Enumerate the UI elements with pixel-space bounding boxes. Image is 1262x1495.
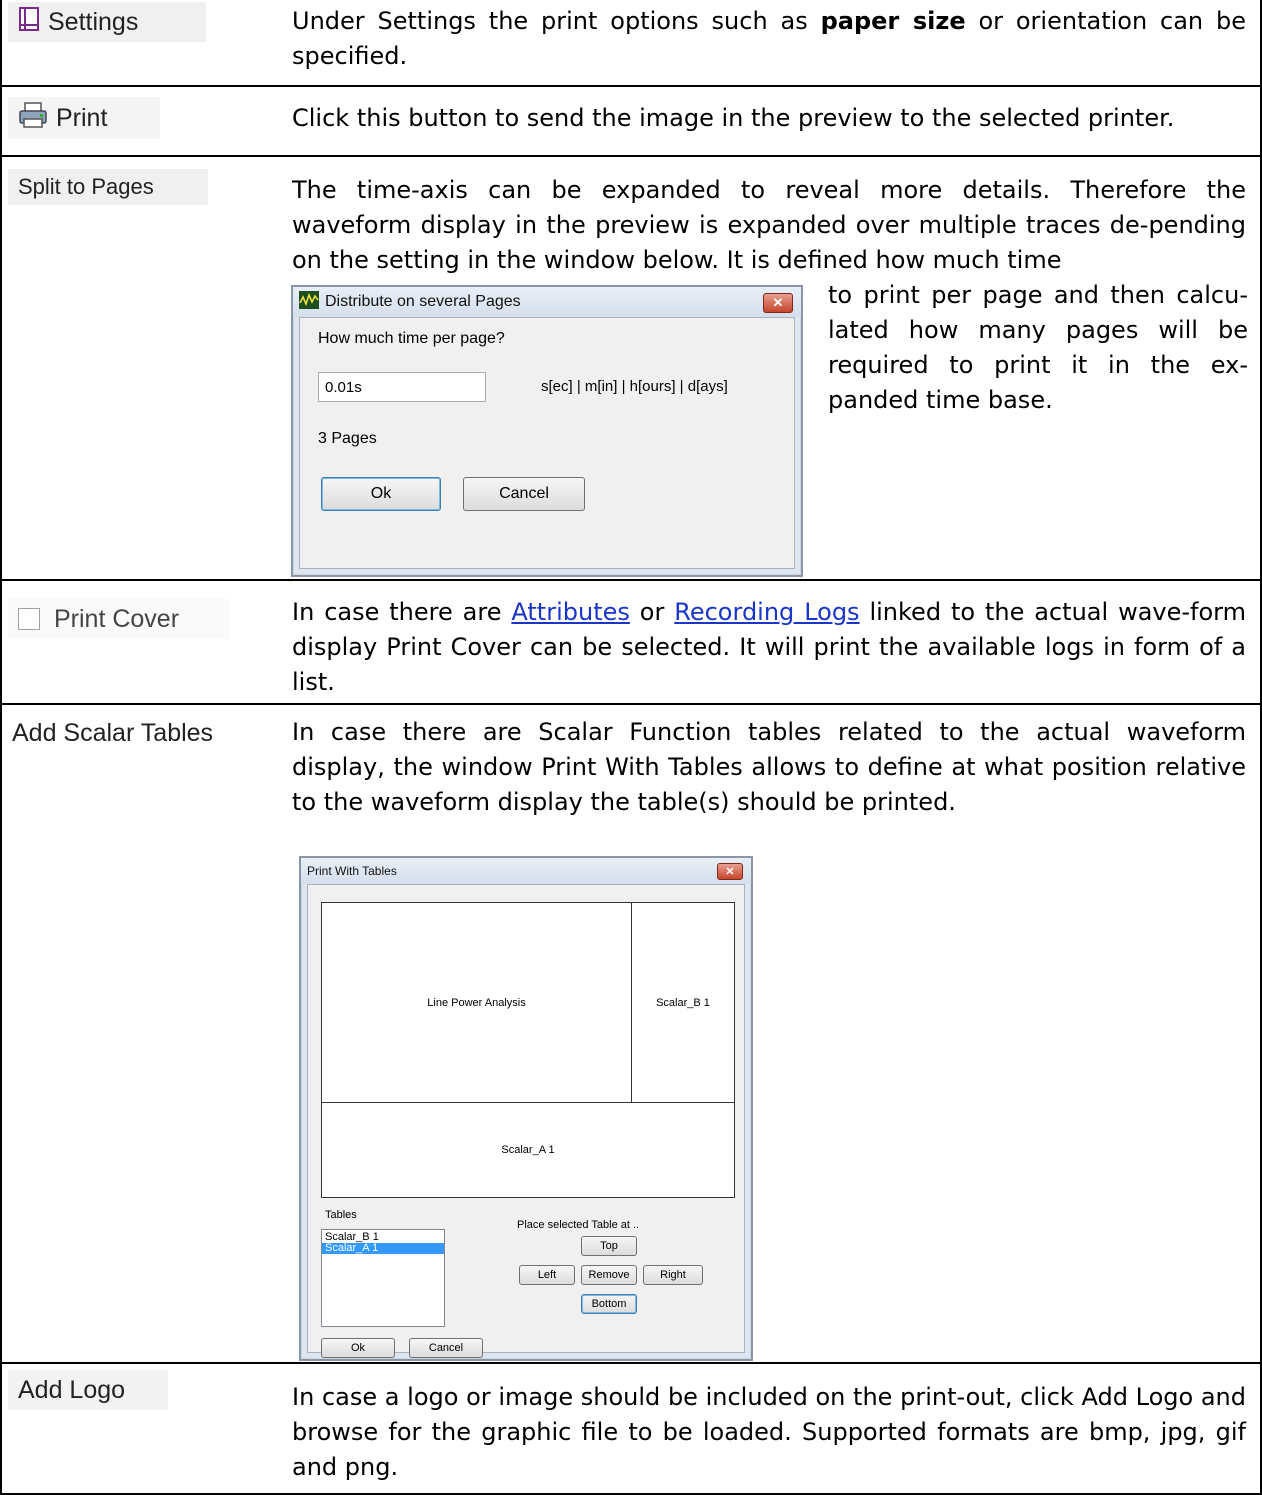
print-with-tables-dialog: Print With Tables ✕ Line Power Analysis … <box>299 856 753 1361</box>
split-to-pages-button[interactable]: Split to Pages <box>8 169 208 205</box>
add-logo-description: In case a logo or image should be includ… <box>292 1383 1246 1481</box>
time-per-page-input[interactable]: 0.01s <box>318 372 486 402</box>
row-add-logo: Add Logo In case a logo or image should … <box>2 1364 1260 1495</box>
print-description: Click this button to send the image in t… <box>292 104 1175 132</box>
page-settings-icon <box>18 6 40 38</box>
split-to-pages-label: Split to Pages <box>18 174 154 199</box>
help-table: Settings Under Settings the print option… <box>0 0 1262 1495</box>
right-table-area[interactable]: Scalar_B 1 <box>632 903 734 1103</box>
dialog-title: Print With Tables <box>307 864 397 878</box>
split-description-top: The time-axis can be expanded to reveal … <box>292 176 1246 274</box>
bottom-button[interactable]: Bottom <box>581 1294 637 1314</box>
scalar-description: In case there are Scalar Function tables… <box>292 718 1246 816</box>
tables-list[interactable]: Scalar_B 1 Scalar_A 1 <box>321 1229 445 1327</box>
print-cover-description: In case there are Attributes or Recordin… <box>292 598 1246 696</box>
print-cover-checkbox[interactable]: Print Cover <box>8 599 230 639</box>
settings-button[interactable]: Settings <box>8 2 206 42</box>
cancel-button[interactable]: Cancel <box>409 1338 483 1358</box>
ok-button[interactable]: Ok <box>321 1338 395 1358</box>
remove-button[interactable]: Remove <box>581 1265 637 1285</box>
attributes-link[interactable]: Attributes <box>511 598 629 626</box>
add-logo-label: Add Logo <box>18 1375 126 1404</box>
settings-label: Settings <box>48 7 139 36</box>
checkbox-icon <box>18 608 40 630</box>
print-cover-label: Print Cover <box>54 604 180 633</box>
waveform-area-label: Line Power Analysis <box>427 996 526 1009</box>
waveform-app-icon <box>299 290 319 314</box>
cancel-button[interactable]: Cancel <box>463 477 585 511</box>
print-label: Print <box>56 103 108 132</box>
dialog-titlebar: Print With Tables <box>301 858 751 884</box>
close-icon[interactable]: ✕ <box>763 293 793 313</box>
row-print: Print Click this button to send the imag… <box>2 87 1260 157</box>
dialog-body: Line Power Analysis Scalar_B 1 Scalar_A … <box>307 884 745 1358</box>
pages-count: 3 Pages <box>318 430 377 447</box>
ok-button[interactable]: Ok <box>321 477 441 511</box>
dialog-titlebar: Distribute on several Pages <box>293 287 801 317</box>
recording-logs-link[interactable]: Recording Logs <box>674 598 859 626</box>
bottom-table-label: Scalar_A 1 <box>501 1144 555 1156</box>
add-logo-button[interactable]: Add Logo <box>8 1370 168 1410</box>
close-icon[interactable]: ✕ <box>717 863 743 880</box>
print-button[interactable]: Print <box>8 97 160 139</box>
tables-label: Tables <box>325 1209 357 1221</box>
units-hint: s[ec] | m[in] | h[ours] | d[ays] <box>541 378 728 395</box>
dialog-body: How much time per page? 0.01s s[ec] | m[… <box>299 317 795 569</box>
settings-description: Under Settings the print options such as… <box>292 7 1246 70</box>
list-item[interactable]: Scalar_A 1 <box>322 1243 444 1254</box>
right-table-label: Scalar_B 1 <box>656 996 710 1009</box>
row-print-cover: Print Cover In case there are Attributes… <box>2 581 1260 705</box>
add-scalar-tables-label: Add Scalar Tables <box>12 718 214 747</box>
add-scalar-tables-button[interactable]: Add Scalar Tables <box>2 713 294 753</box>
row-settings: Settings Under Settings the print option… <box>2 0 1260 87</box>
waveform-area[interactable]: Line Power Analysis <box>322 903 632 1103</box>
bottom-table-area[interactable]: Scalar_A 1 <box>322 1103 734 1197</box>
distribute-pages-dialog: Distribute on several Pages ✕ How much t… <box>291 285 803 577</box>
layout-preview: Line Power Analysis Scalar_B 1 Scalar_A … <box>321 902 735 1198</box>
place-table-label: Place selected Table at .. <box>517 1219 640 1231</box>
row-add-scalar-tables: Add Scalar Tables In case there are Scal… <box>2 705 1260 1364</box>
time-per-page-label: How much time per page? <box>318 330 505 347</box>
dialog-title: Distribute on several Pages <box>325 293 521 310</box>
left-button[interactable]: Left <box>519 1265 575 1285</box>
split-description-side: to print per page and then calcu-lated h… <box>828 281 1248 414</box>
row-split-pages: Split to Pages The time-axis can be expa… <box>2 157 1260 581</box>
right-button[interactable]: Right <box>643 1265 703 1285</box>
printer-icon <box>18 101 48 136</box>
top-button[interactable]: Top <box>581 1236 637 1256</box>
